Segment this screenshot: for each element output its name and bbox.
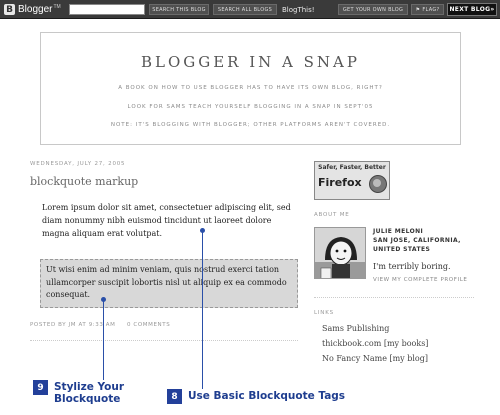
- flag-icon: ⚑: [415, 6, 421, 13]
- about-me-heading: ABOUT ME: [314, 212, 350, 218]
- styled-blockquote: Ut wisi enim ad minim veniam, quis nostr…: [40, 259, 298, 308]
- flag-button[interactable]: ⚑ FLAG?: [411, 4, 444, 15]
- post-title: blockquote markup: [30, 175, 139, 188]
- sidebar-divider: [314, 297, 474, 298]
- cartoon-avatar-icon: [315, 228, 365, 278]
- profile-location: SAN JOSE, CALIFORNIA, UNITED STATES: [373, 237, 461, 253]
- callout-8-number: 8: [167, 389, 182, 404]
- sidebar-link-thickbook[interactable]: thickbook.com [my books]: [322, 339, 428, 348]
- comments-link[interactable]: 0 COMMENTS: [127, 322, 170, 328]
- footer-separator: [119, 322, 124, 328]
- next-blog-button[interactable]: NEXT BLOG»: [447, 3, 497, 16]
- search-all-blogs-button[interactable]: SEARCH ALL BLOGS: [213, 4, 277, 15]
- sidebar-link-sams[interactable]: Sams Publishing: [322, 324, 389, 333]
- profile-avatar[interactable]: [314, 227, 366, 279]
- blog-title[interactable]: BLOGGER IN A SNAP: [41, 53, 460, 71]
- sidebar-link-no-fancy-name[interactable]: No Fancy Name [my blog]: [322, 354, 428, 363]
- firefox-wordmark: Firefox: [318, 176, 362, 189]
- blog-header: BLOGGER IN A SNAP A BOOK ON HOW TO USE B…: [40, 32, 461, 145]
- callout-9-label: Stylize Your Blockquote: [54, 381, 125, 405]
- firefox-tagline: Safer, Faster, Better: [318, 164, 386, 171]
- blogger-logo-text: BloggerTM: [18, 4, 61, 15]
- callout-9-number: 9: [33, 380, 48, 395]
- blog-description-line-1: A BOOK ON HOW TO USE BLOGGER HAS TO HAVE…: [118, 85, 383, 91]
- blogthis-link[interactable]: BlogThis!: [282, 4, 315, 15]
- view-profile-link[interactable]: VIEW MY COMPLETE PROFILE: [373, 277, 467, 283]
- post-divider: [30, 340, 298, 341]
- blog-description-line-2: LOOK FOR SAMS TEACH YOURSELF BLOGGING IN…: [127, 104, 374, 110]
- blog-description-line-3: NOTE: IT'S BLOGGING WITH BLOGGER; OTHER …: [110, 122, 391, 128]
- search-this-blog-button[interactable]: SEARCH THIS BLOG: [149, 4, 209, 15]
- firefox-badge[interactable]: Safer, Faster, Better Firefox: [314, 161, 390, 200]
- blogger-logo-icon: B: [4, 4, 15, 15]
- callout-8-label: Use Basic Blockquote Tags: [188, 390, 346, 402]
- blogger-navbar: B BloggerTM SEARCH THIS BLOG SEARCH ALL …: [0, 0, 500, 19]
- links-heading: LINKS: [314, 310, 334, 316]
- navbar-search-input[interactable]: [69, 4, 145, 15]
- post-date: WEDNESDAY, JULY 27, 2005: [30, 161, 126, 167]
- profile-about-text: I'm terribly boring.: [373, 262, 451, 271]
- blogger-logo[interactable]: B BloggerTM: [4, 3, 61, 16]
- callout-8-line: [202, 231, 203, 389]
- post-paragraph: Lorem ipsum dolor sit amet, consectetuer…: [42, 203, 291, 238]
- firefox-globe-icon: [369, 175, 387, 193]
- post-footer: POSTED BY JM AT 9:33 AM 0 COMMENTS: [30, 322, 171, 328]
- get-your-own-blog-button[interactable]: GET YOUR OWN BLOG: [338, 4, 408, 15]
- profile-name: JULIE MELONI: [373, 228, 424, 235]
- callout-9-line: [103, 300, 104, 380]
